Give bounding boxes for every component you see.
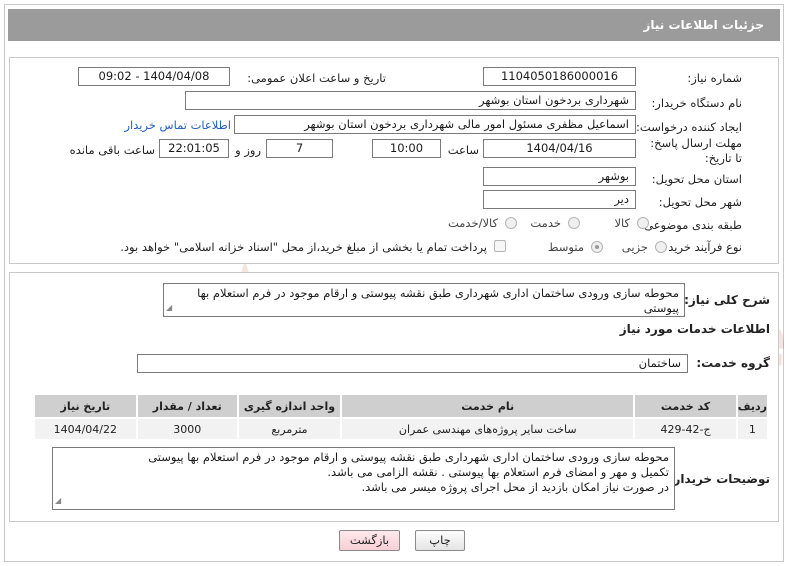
- resize-grip-icon[interactable]: ◢: [166, 300, 172, 315]
- summary-text: محوطه سازی ورودی ساختمان اداری شهرداری ط…: [197, 286, 679, 315]
- buyer-org-field[interactable]: شهرداری بردخون استان بوشهر: [185, 91, 636, 110]
- process-type-label: نوع فرآیند خرید :: [660, 240, 742, 254]
- col-quantity: تعداد / مقدار: [135, 393, 239, 419]
- cell-need-date: 1404/04/22: [33, 417, 138, 441]
- table-row[interactable]: 1 ج-42-429 ساخت سایر پروژه‌های مهندسی عم…: [33, 417, 770, 441]
- treasury-payment-checkbox[interactable]: [494, 240, 506, 252]
- process-radio-medium[interactable]: [591, 241, 603, 253]
- category-radio-goods-service[interactable]: [505, 217, 517, 229]
- days-remaining-field[interactable]: 7: [266, 139, 333, 158]
- process-radio-minor[interactable]: [655, 241, 667, 253]
- remaining-time-field[interactable]: 22:01:05: [159, 139, 229, 158]
- service-group-field[interactable]: ساختمان: [137, 354, 688, 373]
- deadline-label-text: مهلت ارسال پاسخ: تا تاریخ:: [650, 136, 742, 165]
- buyer-org-label: نام دستگاه خریدار:: [651, 96, 742, 110]
- resize-grip-icon[interactable]: ◢: [55, 493, 61, 508]
- need-number-field[interactable]: 1104050186000016: [483, 67, 636, 86]
- category-option-goods-service: کالا/خدمت: [447, 216, 498, 230]
- services-section-title: اطلاعات خدمات مورد نیاز: [619, 322, 770, 336]
- summary-label: شرح کلی نیاز:: [684, 293, 770, 307]
- col-unit: واحد اندازه گیری: [236, 393, 343, 419]
- col-service-code: کد خدمت: [633, 393, 738, 419]
- contact-buyer-link[interactable]: اطلاعات تماس خریدار: [124, 118, 231, 132]
- col-row-number: ردیف: [735, 393, 770, 419]
- deadline-time-label: ساعت: [447, 143, 479, 157]
- back-button[interactable]: بازگشت: [339, 530, 400, 551]
- services-table-header: ردیف کد خدمت نام خدمت واحد اندازه گیری ت…: [33, 393, 770, 419]
- buyer-notes-line: محوطه سازی ورودی ساختمان اداری شهرداری ط…: [148, 450, 669, 464]
- category-option-goods: کالا: [614, 216, 630, 230]
- deadline-time-field[interactable]: 10:00: [372, 139, 441, 158]
- category-option-service: خدمت: [530, 216, 561, 230]
- requester-field[interactable]: اسماعیل مظفری مسئول امور مالی شهرداری بر…: [234, 115, 636, 134]
- city-field[interactable]: دیر: [483, 190, 636, 209]
- cell-unit: مترمربع: [236, 417, 343, 441]
- buyer-notes-label: توضیحات خریدار:: [668, 472, 770, 486]
- need-number-label: شماره نیاز:: [687, 71, 742, 85]
- cell-service-name: ساخت سایر پروژه‌های مهندسی عمران: [340, 417, 636, 441]
- cell-service-code: ج-42-429: [633, 417, 738, 441]
- city-label: شهر محل تحویل:: [658, 195, 742, 209]
- province-field[interactable]: بوشهر: [483, 167, 636, 186]
- col-service-name: نام خدمت: [340, 393, 636, 419]
- cell-row-number: 1: [735, 417, 770, 441]
- category-radio-goods[interactable]: [637, 217, 649, 229]
- process-option-medium: متوسط: [547, 240, 584, 254]
- service-group-label: گروه خدمت:: [696, 356, 770, 370]
- services-table: ردیف کد خدمت نام خدمت واحد اندازه گیری ت…: [33, 393, 770, 441]
- category-radio-service[interactable]: [568, 217, 580, 229]
- days-label: روز و: [235, 143, 261, 157]
- province-label: استان محل تحویل:: [651, 172, 742, 186]
- buyer-notes-line: تکمیل و مهر و امضای فرم استعلام بها پیوس…: [327, 465, 669, 479]
- process-option-minor: جزیی: [621, 240, 648, 254]
- category-label: طبقه بندی موضوعی:: [640, 218, 742, 232]
- page-title: جزئیات اطلاعات نیاز: [8, 9, 780, 41]
- deadline-label: مهلت ارسال پاسخ: تا تاریخ:: [642, 136, 742, 166]
- cell-quantity: 3000: [135, 417, 239, 441]
- treasury-payment-note: پرداخت تمام یا بخشی از مبلغ خرید،از محل …: [120, 240, 487, 254]
- print-button[interactable]: چاپ: [415, 530, 465, 551]
- requester-label: ایجاد کننده درخواست:: [636, 120, 742, 134]
- buyer-notes-textarea[interactable]: محوطه سازی ورودی ساختمان اداری شهرداری ط…: [52, 447, 675, 510]
- buyer-notes-line: در صورت نیاز امکان بازدید از محل اجرای پ…: [361, 480, 669, 494]
- remaining-time-label: ساعت باقی مانده: [69, 143, 155, 157]
- summary-textarea[interactable]: محوطه سازی ورودی ساختمان اداری شهرداری ط…: [163, 283, 685, 317]
- col-need-date: تاریخ نیاز: [33, 393, 138, 419]
- announce-datetime-label: تاریخ و ساعت اعلان عمومی:: [247, 71, 386, 85]
- announce-datetime-field[interactable]: 1404/04/08 - 09:02: [78, 67, 230, 86]
- deadline-date-field[interactable]: 1404/04/16: [483, 139, 636, 158]
